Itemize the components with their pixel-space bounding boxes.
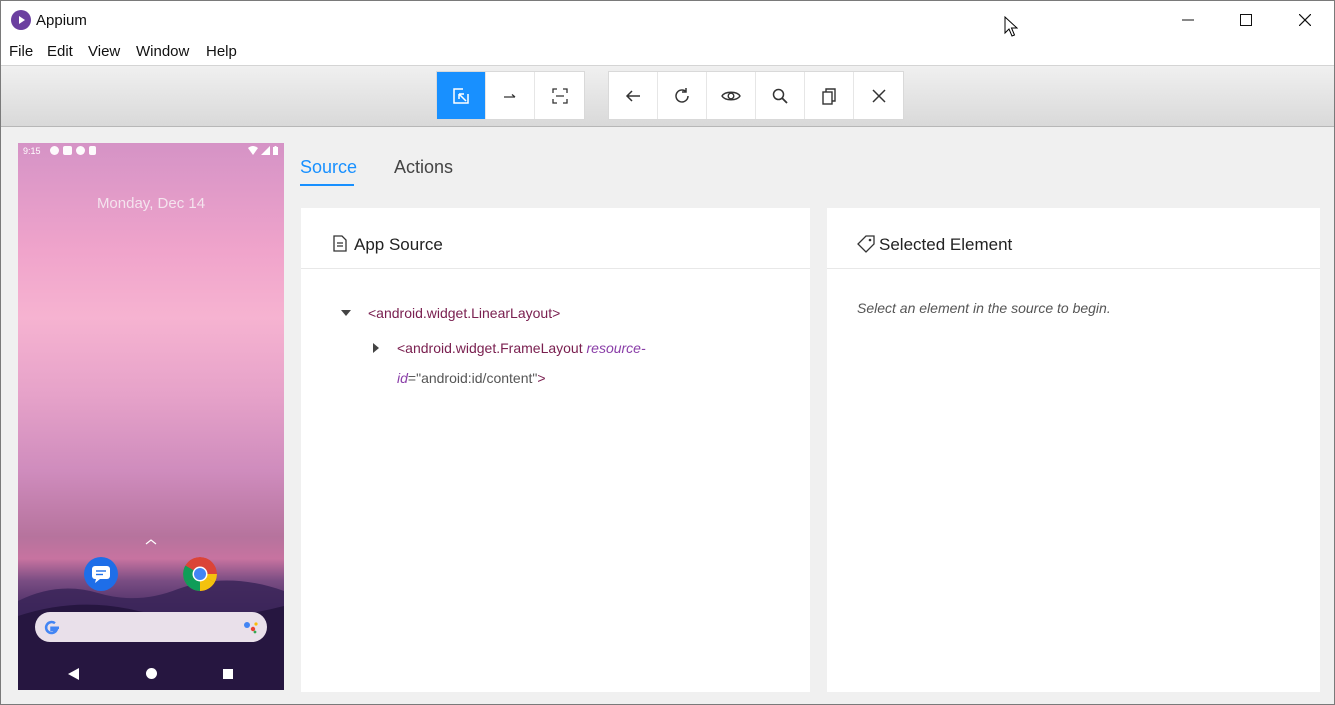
swipe-by-coordinates-icon <box>504 93 516 98</box>
tree-node-linearlayout-tag: <android.widget.LinearLayout> <box>368 305 561 321</box>
swipe-by-coordinates-button[interactable] <box>486 72 535 119</box>
tree-collapsed-caret-icon[interactable] <box>373 343 379 353</box>
tap-by-coordinates-icon <box>551 87 568 104</box>
google-search-bar[interactable] <box>35 612 267 642</box>
app-actions-group <box>608 71 904 120</box>
back-button[interactable] <box>609 72 658 119</box>
nav-home-icon[interactable] <box>146 668 157 679</box>
framelayout-tag-open: <android.widget.FrameLayout <box>397 340 587 356</box>
system-status-icons <box>248 146 278 155</box>
android-nav-bar <box>18 658 284 690</box>
inspector-main: 9:15 Monday, Dec 14 Source Actions App S… <box>1 127 1334 704</box>
back-icon <box>625 89 640 102</box>
media-notification-icon <box>50 146 59 155</box>
search-icon <box>772 88 788 104</box>
nav-recents-icon[interactable] <box>223 669 233 679</box>
selected-element-hint: Select an element in the source to begin… <box>857 300 1111 316</box>
signal-icon <box>261 146 270 155</box>
show-source-button[interactable] <box>707 72 756 119</box>
swipe-up-chevron-icon <box>145 539 157 545</box>
sd-card-notification-icon <box>89 146 96 155</box>
refresh-icon <box>675 87 689 103</box>
tag-icon <box>857 235 875 253</box>
battery-icon <box>273 146 278 155</box>
device-status-bar: 9:15 <box>18 143 284 159</box>
tap-by-coordinates-button[interactable] <box>535 72 584 119</box>
app-source-card: App Source <android.widget.LinearLayout>… <box>301 208 810 692</box>
title-bar: Appium <box>1 1 1334 39</box>
google-g-icon <box>44 620 59 635</box>
tab-actions[interactable]: Actions <box>394 157 453 178</box>
nav-back-icon[interactable] <box>68 668 79 680</box>
active-tab-indicator <box>300 184 354 186</box>
chrome-app-icon[interactable] <box>183 557 217 591</box>
device-status-time: 9:15 <box>23 146 41 156</box>
menu-file[interactable]: File <box>9 43 33 60</box>
menu-bar: File Edit View Window Help <box>1 39 1334 65</box>
close-icon[interactable] <box>1276 1 1334 39</box>
appium-logo-icon <box>11 10 31 30</box>
google-assistant-icon <box>244 622 258 634</box>
select-elements-button[interactable] <box>437 72 486 119</box>
notification-icons <box>50 146 96 155</box>
lockscreen-date: Monday, Dec 14 <box>96 195 206 212</box>
tree-expanded-caret-icon[interactable] <box>341 310 351 316</box>
minimize-icon[interactable] <box>1159 1 1217 39</box>
framelayout-tag-close: > <box>537 370 546 386</box>
resource-id-value: "android:id/content" <box>416 370 538 386</box>
selected-element-card: Selected Element Select an element in th… <box>827 208 1320 692</box>
quit-session-icon <box>871 88 886 103</box>
tab-source[interactable]: Source <box>300 157 357 178</box>
select-elements-icon <box>453 87 469 104</box>
resource-attr-name-b: id <box>397 370 408 386</box>
messages-app-icon[interactable] <box>84 557 118 591</box>
show-source-icon <box>721 91 741 100</box>
menu-view[interactable]: View <box>88 43 120 60</box>
tree-node-framelayout[interactable]: <android.widget.FrameLayout resource-id=… <box>397 333 667 393</box>
wifi-icon <box>248 146 258 155</box>
interaction-mode-group <box>436 71 585 120</box>
search-button[interactable] <box>756 72 805 119</box>
attr-equals: = <box>407 370 417 386</box>
resource-attr-name-a: resource- <box>586 340 646 356</box>
selected-element-header: Selected Element <box>827 208 1320 269</box>
sync-notification-icon <box>76 146 85 155</box>
selected-element-title: Selected Element <box>879 235 1013 254</box>
app-source-title: App Source <box>354 235 443 254</box>
window-title: Appium <box>36 12 87 29</box>
app-source-header: App Source <box>301 208 810 269</box>
menu-window[interactable]: Window <box>136 43 189 60</box>
file-text-icon <box>333 235 347 252</box>
copy-xml-button[interactable] <box>805 72 854 119</box>
device-screenshot[interactable]: 9:15 Monday, Dec 14 <box>18 143 284 690</box>
tree-node-linearlayout[interactable]: <android.widget.LinearLayout> <box>368 298 560 328</box>
maximize-icon[interactable] <box>1217 1 1275 39</box>
menu-edit[interactable]: Edit <box>47 43 73 60</box>
inspector-toolbar <box>1 65 1334 127</box>
appium-window: Appium File Edit View Window Help 9:15 M… <box>0 0 1335 705</box>
refresh-button[interactable] <box>658 72 707 119</box>
quit-session-button[interactable] <box>854 72 903 119</box>
menu-help[interactable]: Help <box>206 43 237 60</box>
copy-xml-icon <box>822 87 836 105</box>
mouse-cursor-icon <box>1004 16 1018 37</box>
app-notification-icon <box>63 146 72 155</box>
